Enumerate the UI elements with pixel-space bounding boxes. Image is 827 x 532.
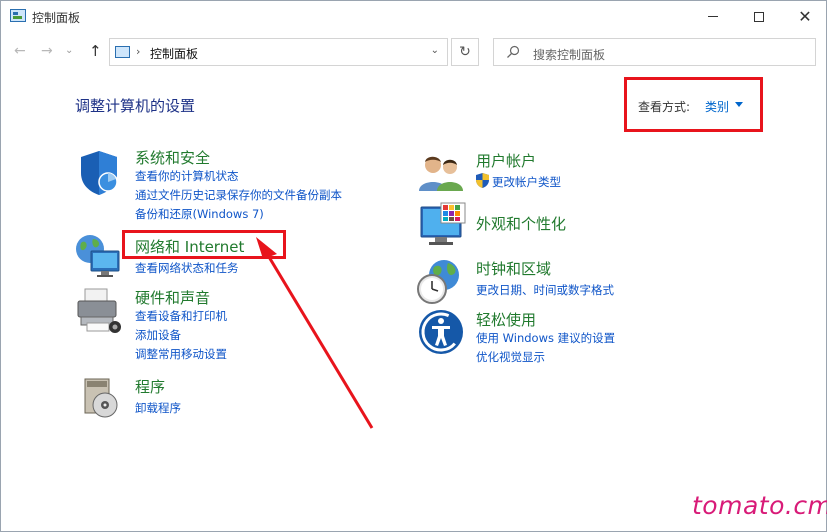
network-status-link[interactable]: 查看网络状态和任务 — [135, 260, 239, 276]
address-bar[interactable]: › 控制面板 ⌄ — [109, 38, 448, 66]
window-title: 控制面板 — [32, 11, 81, 25]
view-by-label: 查看方式: — [638, 100, 691, 114]
appearance-personalization-title[interactable]: 外观和个性化 — [476, 213, 566, 234]
control-panel-icon — [10, 9, 26, 22]
change-account-type-link[interactable]: 更改帐户类型 — [492, 174, 561, 190]
address-dropdown-chevron-icon[interactable]: ⌄ — [431, 45, 439, 56]
programs-title[interactable]: 程序 — [135, 376, 165, 397]
minimize-icon — [708, 16, 718, 17]
clock-globe-icon[interactable] — [416, 259, 466, 305]
navigation-bar: ← → ⌄ ↑ › 控制面板 ⌄ ↻ 搜索控制面板 — [1, 35, 826, 69]
add-device-link[interactable]: 添加设备 — [135, 327, 181, 343]
maximize-icon — [754, 11, 764, 22]
hardware-sound-title[interactable]: 硬件和声音 — [135, 287, 210, 308]
system-security-title[interactable]: 系统和安全 — [135, 147, 210, 168]
page-title: 调整计算机的设置 — [75, 97, 196, 115]
ease-of-access-icon[interactable] — [418, 309, 464, 355]
file-history-link[interactable]: 通过文件历史记录保存你的文件备份副本 — [135, 187, 342, 203]
minimize-button[interactable] — [690, 1, 736, 32]
backup-restore-link[interactable]: 备份和还原(Windows 7) — [135, 206, 264, 222]
printer-icon[interactable] — [75, 287, 123, 333]
view-by-caret-icon[interactable] — [735, 102, 743, 107]
optimize-visual-display-link[interactable]: 优化视觉显示 — [476, 349, 545, 365]
users-icon[interactable] — [419, 153, 465, 193]
up-arrow-icon[interactable]: ↑ — [89, 42, 102, 60]
uac-shield-icon — [476, 173, 489, 188]
title-bar: 控制面板 ✕ — [1, 1, 826, 32]
watermark: tomato.cm — [692, 491, 827, 520]
breadcrumb-chevron-icon[interactable]: › — [136, 45, 140, 58]
shield-icon[interactable] — [75, 149, 123, 197]
view-computer-status-link[interactable]: 查看你的计算机状态 — [135, 168, 239, 184]
view-by-dropdown[interactable]: 类别 — [705, 98, 729, 115]
back-arrow-icon[interactable]: ← — [14, 43, 26, 59]
network-globe-icon[interactable] — [73, 233, 123, 279]
view-by-highlight-box: 查看方式: 类别 — [624, 77, 763, 132]
forward-arrow-icon[interactable]: → — [41, 43, 53, 59]
mobility-settings-link[interactable]: 调整常用移动设置 — [135, 346, 227, 362]
control-panel-window: 控制面板 ✕ ← → ⌄ ↑ › 控制面板 ⌄ ↻ 搜索控制面板 调整计算机的设… — [0, 0, 827, 532]
maximize-button[interactable] — [736, 1, 782, 32]
search-input[interactable]: 搜索控制面板 — [493, 38, 816, 66]
close-icon: ✕ — [798, 7, 812, 26]
address-path[interactable]: 控制面板 — [150, 45, 198, 62]
change-date-time-format-link[interactable]: 更改日期、时间或数字格式 — [476, 282, 614, 298]
devices-printers-link[interactable]: 查看设备和打印机 — [135, 308, 227, 324]
search-icon — [507, 45, 520, 58]
close-button[interactable]: ✕ — [782, 1, 827, 32]
clock-region-title[interactable]: 时钟和区域 — [476, 258, 551, 279]
refresh-icon: ↻ — [459, 44, 471, 60]
network-internet-highlight-box — [122, 230, 286, 259]
windows-recommended-settings-link[interactable]: 使用 Windows 建议的设置 — [476, 330, 615, 346]
ease-of-access-title[interactable]: 轻松使用 — [476, 309, 536, 330]
user-accounts-title[interactable]: 用户帐户 — [476, 150, 536, 171]
refresh-button[interactable]: ↻ — [451, 38, 479, 66]
uninstall-program-link[interactable]: 卸载程序 — [135, 400, 181, 416]
control-panel-small-icon — [115, 46, 130, 58]
programs-disc-icon[interactable] — [83, 377, 123, 419]
monitor-palette-icon[interactable] — [419, 201, 467, 249]
search-placeholder: 搜索控制面板 — [533, 48, 606, 62]
recent-locations-chevron-icon[interactable]: ⌄ — [65, 45, 73, 56]
